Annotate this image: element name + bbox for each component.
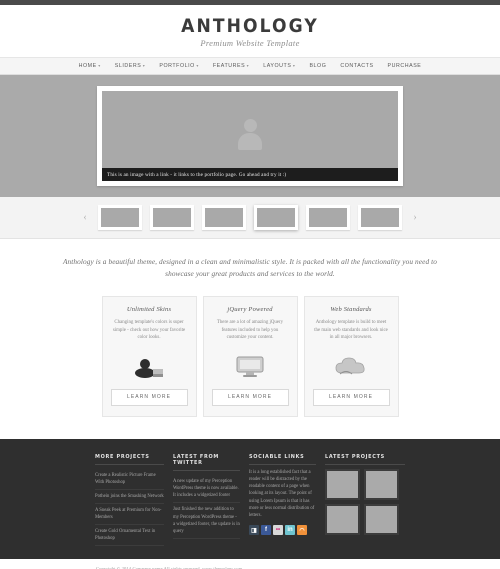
footer-column-more-projects: MORE PROJECTS Create a Realistic Picture… (95, 454, 173, 546)
project-thumbnail[interactable] (325, 503, 360, 535)
learn-more-button[interactable]: LEARN MORE (110, 388, 188, 406)
latest-projects-grid (325, 468, 405, 535)
thumbnail-image (361, 208, 399, 227)
nav-item-label: PORTFOLIO (159, 63, 195, 69)
cloud-icon (313, 349, 390, 383)
nav-item-label: HOME (78, 63, 97, 69)
rss-icon[interactable]: ◠ (297, 525, 307, 536)
chevron-down-icon: ▾ (98, 63, 101, 68)
nav-item-label: CONTACTS (340, 63, 374, 69)
nav-item-label: LAYOUTS (263, 63, 292, 69)
main-navigation: HOME ▾ SLIDERS ▾ PORTFOLIO ▾ FEATURES ▾ LAYOUTS ▾… (72, 63, 429, 69)
flickr-icon[interactable]: •• (273, 525, 283, 536)
nav-item-blog[interactable]: BLOG (302, 63, 333, 69)
site-footer: MORE PROJECTS Create a Realistic Picture… (0, 438, 500, 559)
nav-item-home[interactable]: HOME ▾ (72, 63, 108, 69)
slide-frame: This is an image with a link - it links … (97, 86, 403, 186)
project-thumbnail[interactable] (325, 468, 360, 500)
nav-item-purchase[interactable]: PURCHASE (381, 63, 429, 69)
feature-boxes: Unlimited Skins Changing template's color… (0, 296, 500, 439)
carousel-thumbnail[interactable] (150, 205, 194, 230)
feature-box: Unlimited Skins Changing template's color… (101, 296, 197, 417)
feature-text: Changing template's colors is super simp… (112, 320, 186, 341)
feature-title: Web Standards (330, 306, 372, 313)
nav-item-portfolio[interactable]: PORTFOLIO ▾ (152, 63, 206, 69)
intro-section: Anthology is a beautiful theme, designed… (0, 239, 500, 296)
nav-item-label: SLIDERS (114, 63, 142, 69)
footer-column-sociable: SOCIABLE LINKS It is a long established … (249, 454, 325, 546)
carousel-next-arrow-icon[interactable]: › (410, 212, 420, 223)
feature-text: There are a lot of amazing jQuery featur… (216, 320, 284, 341)
monitor-icon (212, 349, 289, 383)
footer-column-twitter: LATEST FROM TWITTER A new update of my P… (173, 454, 249, 546)
linkedin-icon[interactable]: in (285, 525, 295, 536)
chevron-down-icon: ▾ (292, 63, 296, 68)
more-projects-link[interactable]: A Sneak Peek at Premium for Non-Members (95, 504, 164, 525)
site-logo[interactable]: ANTHOLOGY (0, 16, 500, 36)
sociable-text: It is a long established fact that a rea… (249, 469, 315, 518)
person-placeholder-icon (237, 119, 263, 153)
carousel-thumbnail[interactable] (98, 205, 142, 230)
feature-box: Web Standards Anthology template is build… (303, 296, 399, 417)
nav-item-label: FEATURES (212, 63, 246, 69)
page-root: ANTHOLOGY Premium Website Template HOME ▾… (0, 0, 500, 569)
palette-user-icon (111, 349, 188, 383)
more-projects-title: MORE PROJECTS (95, 454, 164, 465)
main-navigation-bar: HOME ▾ SLIDERS ▾ PORTFOLIO ▾ FEATURES ▾ LAYOUTS ▾… (0, 57, 500, 75)
project-thumbnail[interactable] (364, 503, 399, 535)
feature-text: Anthology template is build to meet the … (314, 320, 388, 341)
thumbnail-list (98, 205, 402, 230)
carousel-thumbnail[interactable] (254, 205, 298, 230)
more-projects-link[interactable]: Create a Realistic Picture Frame With Ph… (95, 469, 164, 490)
learn-more-button[interactable]: LEARN MORE (312, 388, 390, 406)
carousel-thumbnail[interactable] (202, 205, 246, 230)
sociable-title: SOCIABLE LINKS (249, 454, 316, 465)
carousel-thumbnail[interactable] (306, 205, 350, 230)
thumbnail-image (205, 208, 243, 227)
facebook-icon[interactable]: f (261, 525, 271, 536)
thumbnail-image (153, 208, 191, 227)
site-header: ANTHOLOGY Premium Website Template (0, 5, 500, 57)
thumbnail-image (309, 208, 347, 227)
social-icon-list: ◨ f •• in ◠ (249, 525, 316, 536)
feature-title: jQuery Powered (227, 306, 273, 313)
footer-column-projects: LATEST PROJECTS (325, 454, 405, 546)
tweet-item: Just finished the new addition to my Per… (173, 503, 240, 540)
nav-item-sliders[interactable]: SLIDERS ▾ (108, 63, 153, 69)
site-tagline: Premium Website Template (200, 38, 300, 48)
slide-caption[interactable]: This is an image with a link - it links … (102, 168, 398, 181)
more-projects-link[interactable]: Create Gold Ornamental Text in Photoshop (95, 525, 164, 546)
chevron-down-icon: ▾ (246, 63, 250, 68)
footer-columns: MORE PROJECTS Create a Realistic Picture… (0, 454, 500, 546)
nav-item-features[interactable]: FEATURES ▾ (206, 63, 256, 69)
feature-box: jQuery Powered There are a lot of amazing… (202, 296, 298, 417)
thumbnail-image (101, 208, 139, 227)
delicious-icon[interactable]: ◨ (249, 525, 259, 536)
twitter-list: A new update of my Perception WordPress … (173, 475, 240, 540)
copyright-bar: Copyright © 2014 Company name All rights… (0, 558, 500, 569)
tweet-item: A new update of my Perception WordPress … (173, 475, 240, 504)
carousel-thumbnail[interactable] (358, 205, 402, 230)
nav-item-layouts[interactable]: LAYOUTS ▾ (256, 63, 302, 69)
nav-item-label: PURCHASE (387, 63, 422, 69)
thumbnail-carousel: ‹ › (0, 197, 500, 239)
more-projects-link[interactable]: Pothein joins the Smashing Network (95, 490, 164, 504)
chevron-down-icon: ▾ (142, 63, 146, 68)
latest-projects-title: LATEST PROJECTS (325, 454, 405, 465)
nav-item-label: BLOG (309, 63, 327, 69)
feature-title: Unlimited Skins (126, 306, 172, 313)
intro-text: Anthology is a beautiful theme, designed… (62, 257, 438, 278)
chevron-down-icon: ▾ (196, 63, 199, 68)
hero-slider: This is an image with a link - it links … (0, 75, 500, 197)
project-thumbnail[interactable] (364, 468, 399, 500)
thumbnail-image (257, 208, 295, 227)
nav-item-contacts[interactable]: CONTACTS (333, 63, 380, 69)
more-projects-list: Create a Realistic Picture Frame With Ph… (95, 469, 164, 546)
learn-more-button[interactable]: LEARN MORE (211, 388, 289, 406)
twitter-title: LATEST FROM TWITTER (173, 454, 240, 471)
carousel-prev-arrow-icon[interactable]: ‹ (80, 212, 90, 223)
